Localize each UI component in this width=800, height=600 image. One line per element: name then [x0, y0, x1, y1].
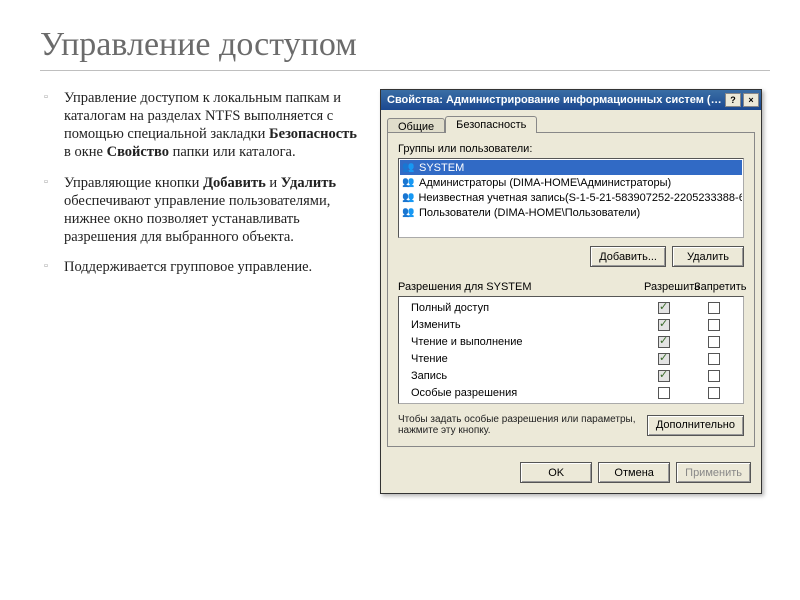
help-button[interactable]: ?: [725, 93, 741, 107]
deny-checkbox[interactable]: [708, 319, 720, 331]
allow-checkbox[interactable]: [658, 302, 670, 314]
advanced-hint: Чтобы задать особые разрешения или парам…: [398, 414, 639, 436]
dialog-title: Свойства: Администрирование информационн…: [387, 94, 723, 106]
allow-checkbox[interactable]: [658, 319, 670, 331]
deny-checkbox[interactable]: [708, 387, 720, 399]
permission-name: Запись: [403, 370, 639, 382]
bullet-column: Управление доступом к локальным папкам и…: [40, 89, 360, 494]
groups-list[interactable]: 👥 SYSTEM 👥 Администраторы (DIMA-HOME\Админи…: [398, 158, 744, 238]
user-group-icon: 👥: [402, 161, 415, 174]
allow-checkbox[interactable]: [658, 336, 670, 348]
add-button[interactable]: Добавить...: [590, 246, 666, 267]
list-item[interactable]: 👥 Администраторы (DIMA-HOME\Администратор…: [400, 175, 742, 190]
permission-row: Чтение и выполнение: [403, 333, 739, 350]
list-item-label: Администраторы (DIMA-HOME\Администраторы…: [419, 177, 671, 189]
deny-checkbox[interactable]: [708, 336, 720, 348]
groups-label: Группы или пользователи:: [398, 143, 744, 155]
deny-checkbox[interactable]: [708, 370, 720, 382]
permission-row: Особые разрешения: [403, 384, 739, 401]
list-item-label: SYSTEM: [419, 162, 464, 174]
list-item[interactable]: 👥 Пользователи (DIMA-HOME\Пользователи): [400, 205, 742, 220]
permission-name: Изменить: [403, 319, 639, 331]
ok-button[interactable]: OK: [520, 462, 592, 483]
deny-checkbox[interactable]: [708, 353, 720, 365]
list-item-label: Неизвестная учетная запись(S-1-5-21-5839…: [418, 192, 742, 204]
advanced-button[interactable]: Дополнительно: [647, 415, 744, 436]
column-allow: Разрешить: [644, 281, 694, 293]
close-button[interactable]: ×: [743, 93, 759, 107]
permission-row: Полный доступ: [403, 299, 739, 316]
bullet-item: Управление доступом к локальным папкам и…: [58, 89, 360, 162]
permission-name: Полный доступ: [403, 302, 639, 314]
list-item[interactable]: 👥 Неизвестная учетная запись(S-1-5-21-583…: [400, 190, 742, 205]
permission-row: Изменить: [403, 316, 739, 333]
user-group-icon: 👥: [402, 176, 415, 189]
bullet-item: Поддерживается групповое управление.: [58, 258, 360, 276]
permission-row: Запись: [403, 367, 739, 384]
user-group-icon: 👥: [402, 206, 415, 219]
permissions-list[interactable]: Полный доступ Изменить Чтение и выполнение…: [398, 296, 744, 404]
list-item[interactable]: 👥 SYSTEM: [400, 160, 742, 175]
security-panel: Группы или пользователи: 👥 SYSTEM 👥 Админис…: [387, 132, 755, 447]
apply-button[interactable]: Применить: [676, 462, 751, 483]
tab-security[interactable]: Безопасность: [445, 116, 537, 133]
deny-checkbox[interactable]: [708, 302, 720, 314]
cancel-button[interactable]: Отмена: [598, 462, 670, 483]
divider: [40, 70, 770, 71]
bullet-item: Управляющие кнопки Добавить и Удалить об…: [58, 174, 360, 247]
page-title: Управление доступом: [40, 26, 770, 64]
properties-dialog: Свойства: Администрирование информационн…: [380, 89, 762, 494]
user-group-icon: 👥: [402, 191, 414, 204]
permission-name: Чтение и выполнение: [403, 336, 639, 348]
list-item-label: Пользователи (DIMA-HOME\Пользователи): [419, 207, 640, 219]
permission-name: Особые разрешения: [403, 387, 639, 399]
permissions-for-label: Разрешения для SYSTEM: [398, 281, 644, 293]
remove-button[interactable]: Удалить: [672, 246, 744, 267]
column-deny: Запретить: [694, 281, 744, 293]
allow-checkbox[interactable]: [658, 353, 670, 365]
allow-checkbox[interactable]: [658, 387, 670, 399]
dialog-titlebar[interactable]: Свойства: Администрирование информационн…: [381, 90, 761, 110]
permission-name: Чтение: [403, 353, 639, 365]
permission-row: Чтение: [403, 350, 739, 367]
allow-checkbox[interactable]: [658, 370, 670, 382]
